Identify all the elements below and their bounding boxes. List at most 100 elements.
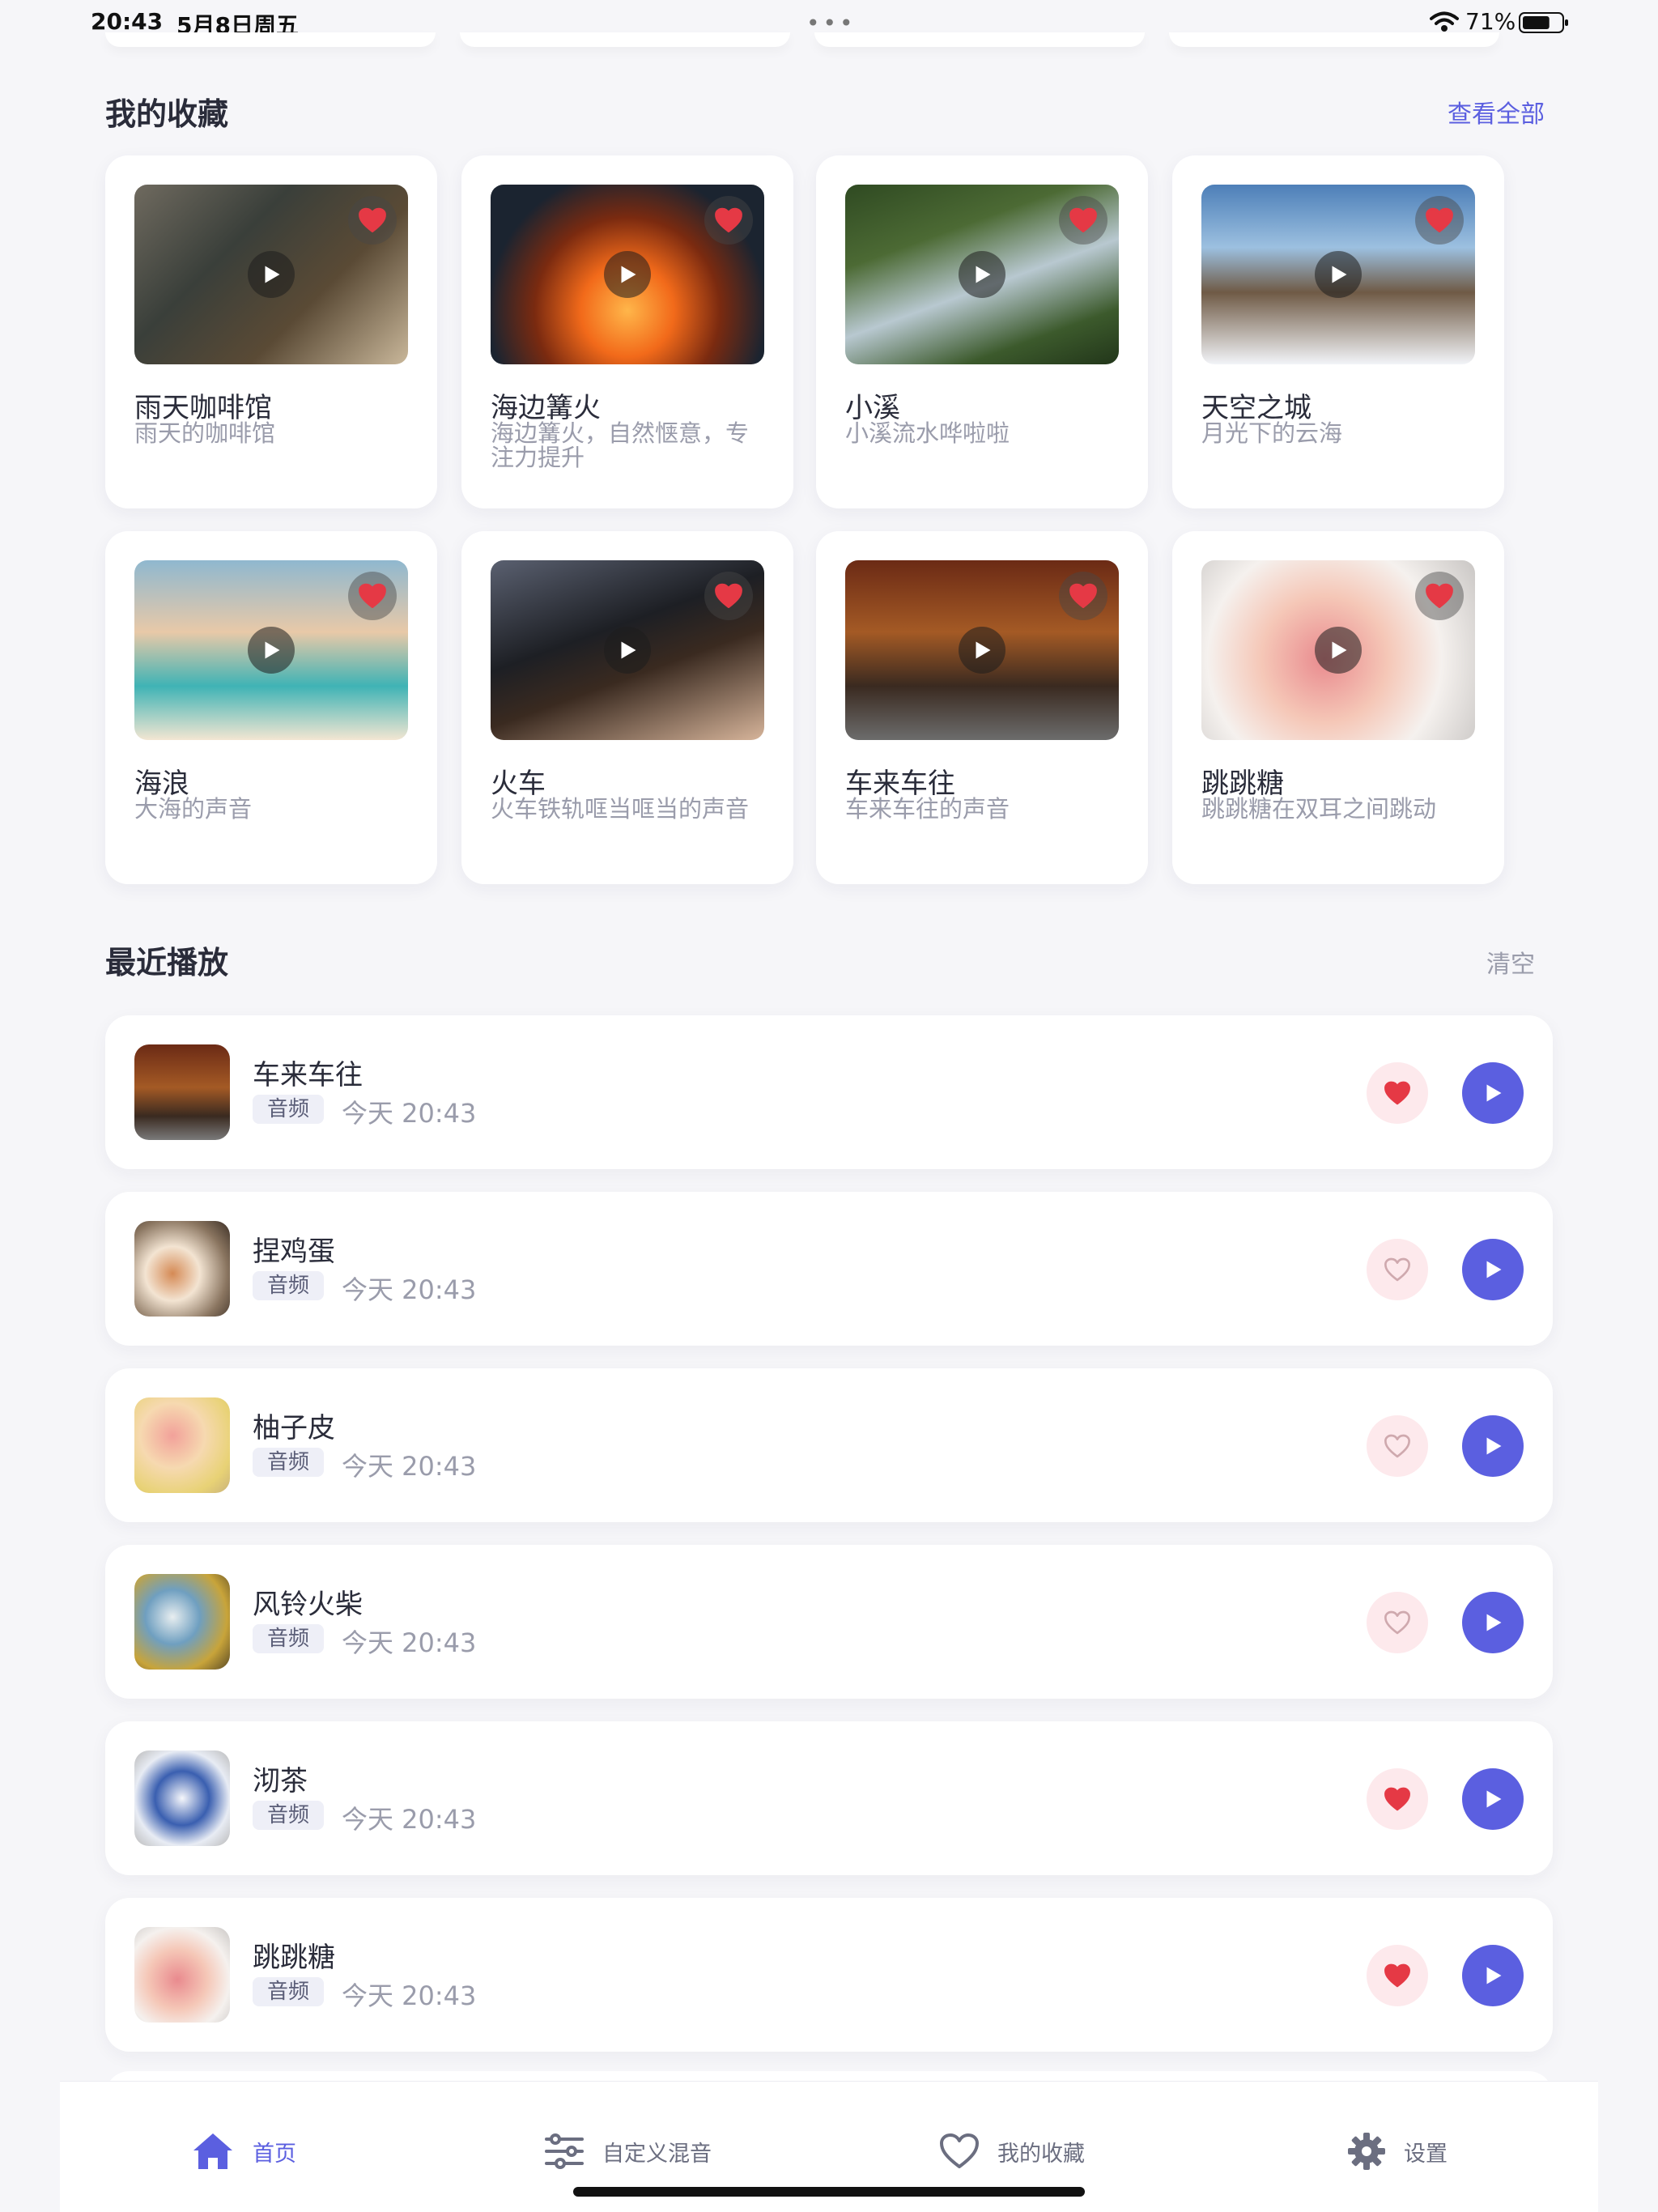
play-button[interactable]	[959, 627, 1005, 674]
play-icon	[1486, 1790, 1502, 1808]
previous-section-edge	[105, 32, 1554, 49]
favorite-toggle-button[interactable]	[1367, 1945, 1428, 2006]
recent-list-item[interactable]: 车来车往 音频 今天 20:43	[105, 1015, 1553, 1169]
heart-icon	[1426, 207, 1453, 232]
heart-icon	[1069, 207, 1097, 232]
recent-item-type-badge: 音频	[253, 1448, 325, 1477]
favorite-card-image	[845, 560, 1119, 740]
favorite-card-image	[1201, 185, 1475, 364]
favorites-section-title: 我的收藏	[105, 96, 229, 132]
recent-item-title: 捏鸡蛋	[253, 1236, 335, 1268]
favorite-card-subtitle: 大海的声音	[134, 795, 253, 823]
favorite-toggle-button[interactable]	[1415, 196, 1464, 245]
recent-item-thumbnail	[134, 1221, 230, 1317]
favorite-toggle-button[interactable]	[704, 572, 753, 620]
heart-icon	[715, 583, 742, 608]
play-icon	[265, 266, 280, 283]
favorite-toggle-button[interactable]	[1059, 572, 1107, 620]
favorite-card[interactable]: 海边篝火 海边篝火，自然惬意，专注力提升	[461, 155, 793, 508]
recent-item-thumbnail	[134, 1574, 230, 1670]
recent-list-item[interactable]: 捏鸡蛋 音频 今天 20:43	[105, 1192, 1553, 1346]
play-icon	[621, 266, 636, 283]
favorite-toggle-button[interactable]	[1367, 1592, 1428, 1653]
play-button[interactable]	[604, 251, 651, 298]
tab-settings[interactable]: 设置	[1347, 2129, 1448, 2174]
favorite-toggle-button[interactable]	[1059, 196, 1107, 245]
favorite-card-subtitle: 火车铁轨哐当哐当的声音	[491, 795, 750, 823]
favorite-card[interactable]: 车来车往 车来车往的声音	[816, 531, 1148, 884]
favorite-card-subtitle: 海边篝火，自然惬意，专注力提升	[491, 419, 750, 471]
favorite-card[interactable]: 火车 火车铁轨哐当哐当的声音	[461, 531, 793, 884]
play-icon	[1332, 266, 1347, 283]
heart-icon	[1069, 583, 1097, 608]
favorite-card-subtitle: 车来车往的声音	[845, 795, 1010, 823]
play-button[interactable]	[604, 627, 651, 674]
tab-custom-mix[interactable]: 自定义混音	[544, 2129, 712, 2174]
recent-item-thumbnail	[134, 1397, 230, 1493]
heart-icon	[1384, 1963, 1410, 1987]
play-icon	[621, 641, 636, 659]
play-button[interactable]	[1462, 1415, 1524, 1477]
play-button[interactable]	[248, 251, 295, 298]
favorite-card-subtitle: 雨天的咖啡馆	[134, 419, 276, 447]
play-button[interactable]	[1462, 1239, 1524, 1300]
play-button[interactable]	[248, 627, 295, 674]
recent-item-time: 今天 20:43	[342, 1451, 477, 1482]
recent-item-title: 柚子皮	[253, 1412, 335, 1444]
favorite-toggle-button[interactable]	[1367, 1768, 1428, 1830]
heart-outline-icon	[1384, 1257, 1410, 1281]
recent-item-time: 今天 20:43	[342, 1274, 477, 1305]
favorite-toggle-button[interactable]	[704, 196, 753, 245]
favorite-card[interactable]: 雨天咖啡馆 雨天的咖啡馆	[105, 155, 437, 508]
view-all-link[interactable]: 查看全部	[1448, 94, 1545, 130]
favorite-toggle-button[interactable]	[1367, 1415, 1428, 1477]
favorite-card-image	[845, 185, 1119, 364]
recent-item-title: 跳跳糖	[253, 1942, 335, 1974]
recent-list-item[interactable]: 风铃火柴 音频 今天 20:43	[105, 1545, 1553, 1699]
recent-item-thumbnail	[134, 1750, 230, 1846]
heart-icon	[359, 583, 386, 608]
play-button[interactable]	[959, 251, 1005, 298]
favorite-card[interactable]: 小溪 小溪流水哗啦啦	[816, 155, 1148, 508]
favorite-card-subtitle: 月光下的云海	[1201, 419, 1343, 447]
play-button[interactable]	[1462, 1945, 1524, 2006]
battery-percent: 71%	[1465, 8, 1516, 35]
recent-item-type-badge: 音频	[253, 1977, 325, 2006]
favorite-card-subtitle: 跳跳糖在双耳之间跳动	[1201, 795, 1437, 823]
play-icon	[1332, 641, 1347, 659]
clear-button[interactable]: 清空	[1486, 944, 1535, 980]
tab-custom-mix-label: 自定义混音	[602, 2141, 712, 2167]
favorite-toggle-button[interactable]	[348, 572, 397, 620]
tab-favorites[interactable]: 我的收藏	[939, 2129, 1085, 2174]
favorite-card[interactable]: 天空之城 月光下的云海	[1172, 155, 1504, 508]
tab-home[interactable]: 首页	[191, 2129, 296, 2174]
play-button[interactable]	[1315, 251, 1362, 298]
heart-icon	[715, 207, 742, 232]
tab-home-label: 首页	[253, 2141, 296, 2167]
play-button[interactable]	[1462, 1062, 1524, 1124]
heart-icon	[359, 207, 386, 232]
home-indicator[interactable]	[573, 2187, 1085, 2197]
heart-icon	[1384, 1787, 1410, 1810]
recent-list-item[interactable]: 沏茶 音频 今天 20:43	[105, 1721, 1553, 1875]
sliders-icon	[545, 2133, 584, 2169]
play-icon	[1486, 1437, 1502, 1455]
play-icon	[1486, 1614, 1502, 1631]
recent-item-type-badge: 音频	[253, 1271, 325, 1300]
favorite-toggle-button[interactable]	[1367, 1239, 1428, 1300]
recent-list-item[interactable]: 柚子皮 音频 今天 20:43	[105, 1368, 1553, 1522]
favorite-card-image	[1201, 560, 1475, 740]
favorite-card[interactable]: 海浪 大海的声音	[105, 531, 437, 884]
recent-item-time: 今天 20:43	[342, 1980, 477, 2011]
recent-list-item[interactable]: 跳跳糖 音频 今天 20:43	[105, 1898, 1553, 2052]
recent-item-type-badge: 音频	[253, 1801, 325, 1830]
favorite-card[interactable]: 跳跳糖 跳跳糖在双耳之间跳动	[1172, 531, 1504, 884]
favorite-toggle-button[interactable]	[348, 196, 397, 245]
wifi-icon	[1430, 11, 1459, 32]
favorite-toggle-button[interactable]	[1367, 1062, 1428, 1124]
gear-icon	[1348, 2133, 1385, 2170]
play-button[interactable]	[1315, 627, 1362, 674]
play-button[interactable]	[1462, 1592, 1524, 1653]
play-button[interactable]	[1462, 1768, 1524, 1830]
favorite-toggle-button[interactable]	[1415, 572, 1464, 620]
